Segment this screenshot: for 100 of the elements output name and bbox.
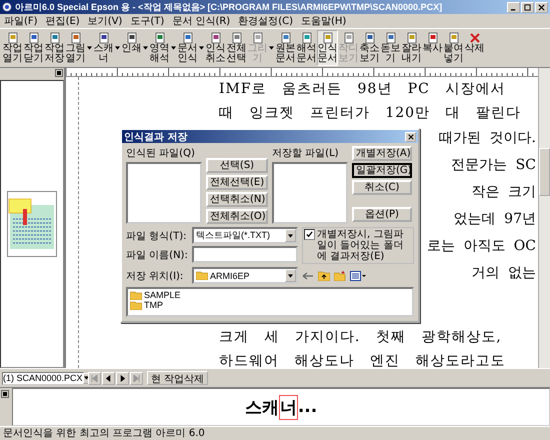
- toolbar-button[interactable]: 인식문서: [317, 30, 338, 66]
- page-icon: [70, 32, 82, 44]
- left-triangle-icon: [105, 374, 112, 382]
- close-icon: [408, 134, 414, 140]
- delete-job-button[interactable]: 현 작업삭제: [147, 371, 208, 385]
- toolbar-button[interactable]: 전체선택: [226, 30, 247, 66]
- save-in-folder-checkbox[interactable]: 개별저장시, 그림파일이 들어있는 폴더에 결과저장(E): [302, 227, 414, 264]
- back-arrow-icon[interactable]: [302, 270, 314, 280]
- folder-name[interactable]: TMP: [144, 300, 163, 310]
- right-triangle-icon: [119, 374, 126, 382]
- page-icon: [28, 32, 40, 44]
- field-label: 파일 형식(T):: [126, 230, 188, 242]
- app-icon: [2, 2, 12, 12]
- page-icon: [126, 32, 138, 44]
- menu-item[interactable]: 보기(V): [88, 14, 122, 28]
- toolbar-button[interactable]: 작업닫기: [23, 30, 44, 66]
- current-character: 너: [278, 394, 298, 420]
- view-menu-icon[interactable]: [350, 270, 366, 280]
- folder-name[interactable]: SAMPLE: [144, 290, 181, 300]
- document-text-line: 전문가는 SC: [451, 156, 536, 175]
- toolbar-button[interactable]: 문서인식: [177, 30, 198, 66]
- page-icon: [406, 32, 418, 44]
- folder-list[interactable]: SAMPLE TMP: [126, 287, 414, 317]
- toolbar-button[interactable]: 작업저장: [44, 30, 65, 66]
- dialog-button[interactable]: 선택(S): [206, 158, 268, 173]
- menu-item[interactable]: 편집(E): [46, 14, 80, 28]
- dialog-button[interactable]: 전체선택(E): [206, 175, 268, 190]
- dialog-button[interactable]: 선택취소(N): [206, 192, 268, 207]
- vertical-scrollbar[interactable]: [538, 68, 550, 368]
- toolbar-button[interactable]: 잘라내기: [401, 30, 422, 66]
- close-button[interactable]: [535, 2, 548, 12]
- menu-item[interactable]: 도움말(H): [301, 14, 346, 28]
- file-type-dropdown[interactable]: 텍스트파일(*.TXT): [192, 227, 298, 244]
- folder-icon: [130, 290, 142, 300]
- menu-item[interactable]: 도구(T): [130, 14, 164, 28]
- window-title: 아르미6.0 Special Epson 용 - <작업 제목없음> [C:\PROGRAM FILES\ARMI6EPW\TMP\SCAN0000.PCX]: [15, 0, 444, 14]
- page-icon: [342, 32, 354, 44]
- toolbar-button[interactable]: 원본문서: [275, 30, 296, 66]
- toolbar-button[interactable]: 인쇄: [121, 30, 142, 66]
- page-icon: [322, 32, 334, 44]
- toolbar-button[interactable]: 돋보기: [380, 30, 401, 66]
- page-icon: [6, 32, 18, 44]
- menu-item[interactable]: 환경설정(C): [238, 14, 293, 28]
- panel-button-icon[interactable]: [55, 69, 63, 77]
- toolbar-button[interactable]: 스캐너: [93, 30, 114, 66]
- page-nav-button[interactable]: [102, 372, 115, 384]
- dialog-button[interactable]: 옵션(P): [352, 207, 412, 222]
- page-icon: [230, 32, 242, 44]
- dropdown-arrow-icon[interactable]: [115, 46, 120, 50]
- menu-item[interactable]: 파일(F): [4, 14, 38, 28]
- page-icon: [280, 32, 292, 44]
- toolbar-button[interactable]: 축소보기: [359, 30, 380, 66]
- dropdown-arrow-icon[interactable]: [269, 46, 274, 50]
- toolbar-button[interactable]: 복사: [422, 30, 443, 66]
- dialog-button[interactable]: 전체취소(O): [206, 209, 268, 224]
- page-icon: [448, 32, 460, 44]
- page-thumbnail[interactable]: [7, 191, 57, 257]
- list-label: 저장할 파일(L): [272, 147, 340, 160]
- document-text-line: 크게 세 가지이다. 첫째 광학해상도,: [219, 328, 503, 347]
- field-label: 파일 이름(N):: [126, 248, 188, 262]
- save-location-dropdown[interactable]: ARMI6EP: [192, 267, 298, 284]
- new-folder-icon[interactable]: [334, 270, 346, 280]
- dropdown-arrow-icon[interactable]: [171, 46, 176, 50]
- document-text-line: 때가된 것이다.: [439, 129, 536, 148]
- minimize-button[interactable]: [507, 2, 520, 12]
- file-name-field[interactable]: [192, 246, 298, 263]
- toolbar-button[interactable]: 삭제: [464, 30, 485, 66]
- page-nav-button[interactable]: [116, 372, 129, 384]
- files-to-save-list[interactable]: [272, 162, 348, 224]
- right-triangle-icon: [133, 374, 140, 382]
- page-icon: [300, 32, 312, 44]
- toolbar-button[interactable]: 붙여넣기: [443, 30, 464, 66]
- maximize-button[interactable]: [521, 2, 534, 12]
- folder-icon: [196, 271, 208, 280]
- close-icon: [538, 4, 545, 10]
- panel-button-icon[interactable]: [1, 390, 9, 398]
- document-text-line: 었는데 97년: [454, 210, 536, 229]
- toolbar-button[interactable]: 영역해석: [149, 30, 170, 66]
- toolbar-button[interactable]: 작업열기: [2, 30, 23, 66]
- recognized-files-list[interactable]: [126, 162, 202, 224]
- document-text-line: 때 잉크젯 프린터가 120만 대 팔린다: [219, 104, 522, 123]
- toolbar-button[interactable]: 그림열기: [65, 30, 86, 66]
- list-label: 인식된 파일(Q): [126, 147, 196, 160]
- toolbar-button[interactable]: 해석문서: [296, 30, 317, 66]
- document-text-line: 하드웨어 해상도나 엔진 해상도라고도: [219, 352, 506, 368]
- dialog-button[interactable]: 취소(C): [352, 180, 412, 195]
- left-triangle-icon: [91, 374, 98, 382]
- folder-up-icon[interactable]: [318, 270, 330, 280]
- dropdown-arrow-icon: [288, 234, 293, 238]
- maximize-icon: [524, 4, 531, 10]
- toolbar-button[interactable]: 인식취소: [205, 30, 226, 66]
- menu-item[interactable]: 문서 인식(R): [172, 14, 230, 28]
- dropdown-arrow-icon[interactable]: [143, 46, 148, 50]
- close-button[interactable]: [405, 132, 416, 142]
- field-label: 저장 위치(I):: [126, 270, 184, 282]
- dropdown-arrow-icon: [288, 274, 293, 278]
- dialog-button[interactable]: 개별저장(A): [352, 146, 412, 161]
- dialog-button[interactable]: 일괄저장(G): [352, 163, 412, 178]
- dropdown-arrow-icon[interactable]: [87, 46, 92, 50]
- dropdown-arrow-icon[interactable]: [199, 46, 204, 50]
